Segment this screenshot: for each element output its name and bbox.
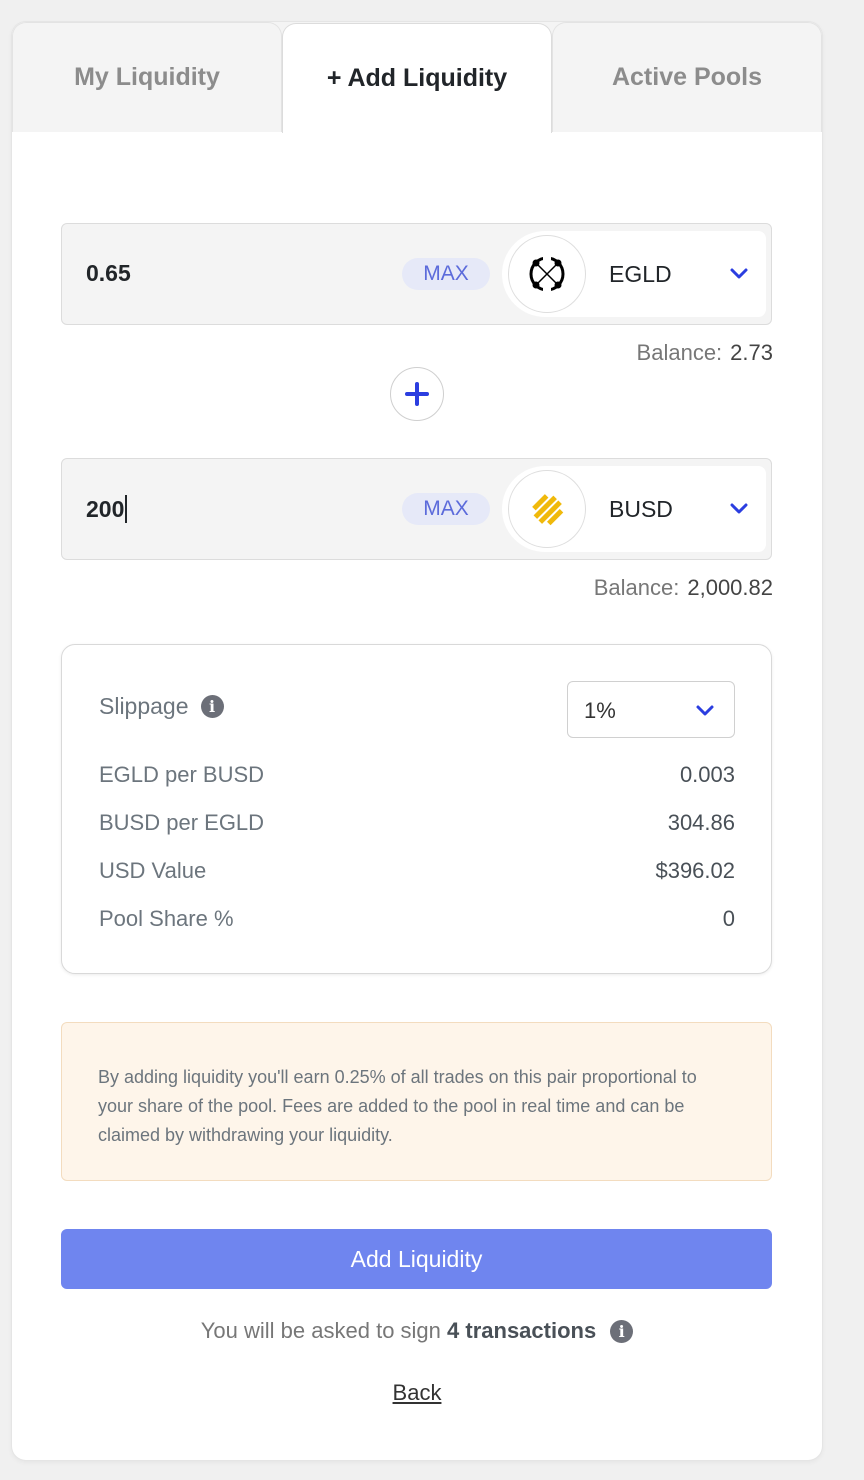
token-b-symbol: BUSD bbox=[609, 496, 673, 522]
add-liquidity-button[interactable]: Add Liquidity bbox=[61, 1229, 772, 1289]
detail-label: USD Value bbox=[99, 858, 207, 883]
token-a-symbol: EGLD bbox=[609, 261, 672, 287]
detail-value: $396.02 bbox=[655, 858, 735, 883]
detail-row: EGLD per BUSD 0.003 bbox=[99, 762, 735, 788]
balance-value: 2,000.82 bbox=[687, 575, 773, 600]
sign-note-count: 4 transactions bbox=[447, 1318, 597, 1343]
balance-value: 2.73 bbox=[730, 340, 773, 365]
back-link[interactable]: Back bbox=[12, 1380, 822, 1406]
token-b-amount-text: 200 bbox=[86, 496, 125, 522]
token-a-select[interactable]: EGLD bbox=[502, 231, 766, 317]
detail-row: BUSD per EGLD 304.86 bbox=[99, 810, 735, 836]
detail-value: 304.86 bbox=[667, 810, 735, 835]
slippage-label: Slippage i bbox=[99, 693, 224, 720]
detail-value: 0.003 bbox=[679, 762, 735, 787]
info-icon[interactable]: i bbox=[610, 1320, 634, 1343]
tab-my-liquidity[interactable]: My Liquidity bbox=[12, 22, 282, 132]
tab-active-pools[interactable]: Active Pools bbox=[552, 22, 822, 132]
token-a-amount-input[interactable]: 0.65 bbox=[86, 260, 131, 287]
pool-details-card: Slippage i 1% EGLD per BUSD 0.003 BUSD pe… bbox=[61, 644, 772, 974]
token-a-max-button[interactable]: MAX bbox=[402, 258, 490, 290]
chevron-down-icon bbox=[696, 705, 714, 716]
slippage-value: 1% bbox=[584, 698, 616, 723]
tab-add-liquidity[interactable]: + Add Liquidity bbox=[282, 23, 552, 133]
balance-label: Balance: bbox=[593, 575, 680, 600]
token-b-select[interactable]: BUSD bbox=[502, 466, 766, 552]
detail-label: BUSD per EGLD bbox=[99, 810, 265, 835]
token-a-balance: Balance: 2.73 bbox=[637, 340, 773, 366]
slippage-select[interactable]: 1% bbox=[567, 681, 735, 738]
detail-label: Pool Share % bbox=[99, 906, 234, 931]
slippage-label-text: Slippage bbox=[99, 693, 189, 719]
balance-label: Balance: bbox=[636, 340, 723, 365]
sign-note-prefix: You will be asked to sign bbox=[200, 1318, 441, 1343]
fee-notice: By adding liquidity you'll earn 0.25% of… bbox=[61, 1022, 772, 1181]
detail-row: USD Value $396.02 bbox=[99, 858, 735, 884]
info-icon[interactable]: i bbox=[200, 695, 224, 718]
token-a-input-box: 0.65 MAX EGLD bbox=[61, 223, 772, 325]
chevron-down-icon bbox=[730, 503, 748, 514]
plus-icon bbox=[390, 367, 444, 421]
tab-bar: My Liquidity + Add Liquidity Active Pool… bbox=[12, 22, 822, 133]
token-b-amount-input[interactable]: 200 bbox=[86, 495, 128, 523]
sign-transactions-note: You will be asked to sign 4 transactions… bbox=[12, 1318, 822, 1344]
egld-logo-icon bbox=[508, 235, 586, 313]
detail-value: 0 bbox=[722, 906, 735, 931]
busd-logo-icon bbox=[508, 470, 586, 548]
detail-row: Pool Share % 0 bbox=[99, 906, 735, 932]
token-b-max-button[interactable]: MAX bbox=[402, 493, 490, 525]
token-b-balance: Balance: 2,000.82 bbox=[594, 575, 773, 601]
text-cursor bbox=[125, 495, 128, 523]
token-b-input-box: 200 MAX BUSD bbox=[61, 458, 772, 560]
chevron-down-icon bbox=[730, 268, 748, 279]
detail-label: EGLD per BUSD bbox=[99, 762, 265, 787]
add-liquidity-card: My Liquidity + Add Liquidity Active Pool… bbox=[12, 22, 822, 1460]
